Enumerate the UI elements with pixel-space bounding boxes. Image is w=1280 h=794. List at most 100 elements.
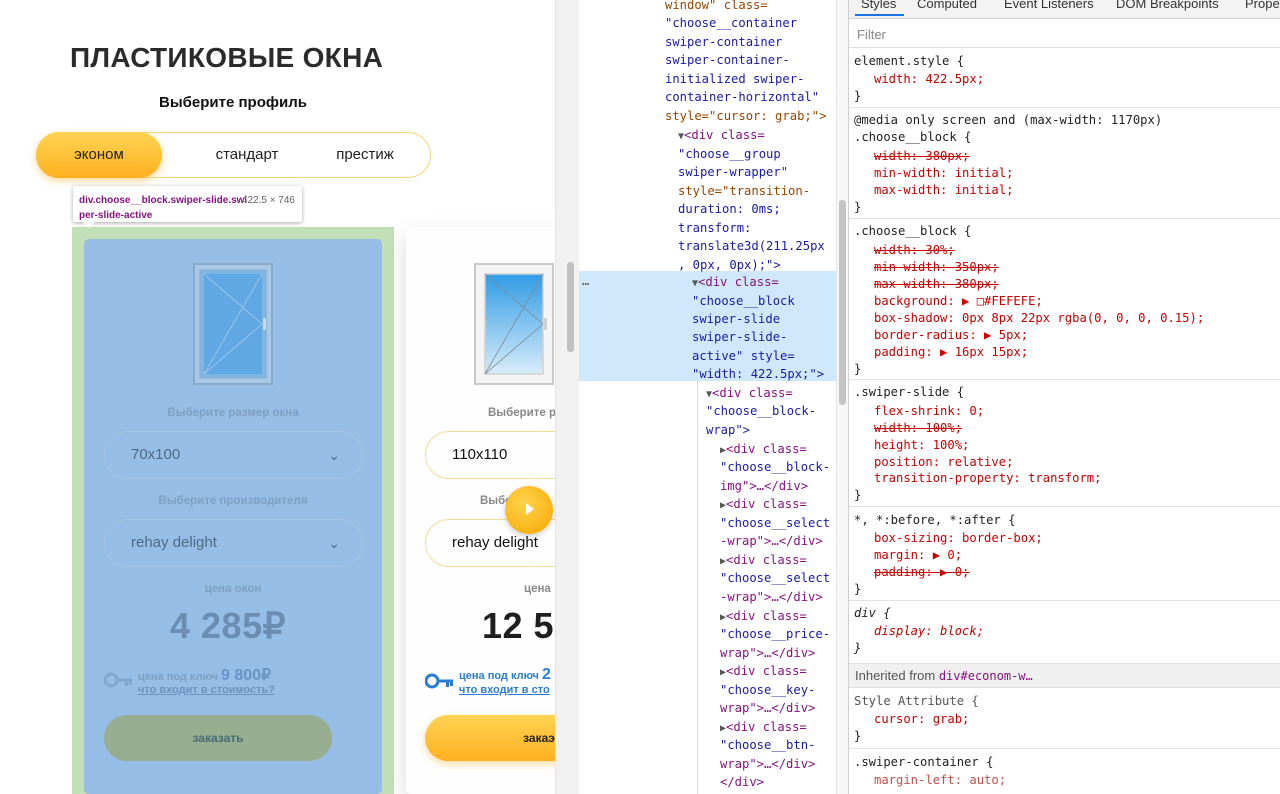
tree-line[interactable]: duration: 0ms; — [678, 200, 781, 219]
size-select[interactable]: 110x110 — [425, 431, 555, 479]
styles-filter-input[interactable]: Filter — [849, 20, 1280, 48]
rule-swiper-slide[interactable]: .swiper-slide { flex-shrink: 0; width: 1… — [849, 380, 1280, 507]
rule-property[interactable]: transition-property: transform; — [874, 470, 1101, 487]
rule-property-overridden[interactable]: width: 380px; — [874, 148, 969, 165]
elements-scrollbar-thumb[interactable] — [839, 200, 846, 405]
tab-prestige[interactable]: престиж — [305, 133, 425, 177]
tree-node-key-wrap[interactable]: ▶<div class= — [720, 662, 807, 683]
rule-property[interactable]: position: relative; — [874, 454, 1013, 471]
size-label: Выберите р — [488, 407, 555, 419]
whats-included-link[interactable]: что входит в сто — [459, 684, 550, 696]
tree-line[interactable]: "choose__select — [720, 514, 830, 533]
tree-line[interactable]: swiper-container — [665, 33, 782, 52]
rule-property[interactable]: width: 422.5px; — [874, 71, 984, 88]
rule-property[interactable]: min-width: initial; — [874, 165, 1013, 182]
rule-property[interactable]: box-shadow: 0px 8px 22px rgba(0, 0, 0, 0… — [874, 310, 1204, 327]
node-actions-ellipsis[interactable]: … — [582, 272, 589, 291]
page-scrollbar-thumb[interactable] — [567, 262, 574, 352]
rule-style-attribute[interactable]: Style Attribute { cursor: grab; } — [849, 688, 1280, 749]
tree-line[interactable]: "choose__container — [665, 14, 797, 33]
size-select[interactable]: 70x100 ⌄ — [104, 431, 363, 479]
tree-line[interactable]: style="transition- — [678, 182, 810, 201]
rule-property-overridden[interactable]: max-width: 380px; — [874, 276, 999, 293]
tree-line[interactable]: active" style= — [692, 347, 795, 366]
page-scrollbar[interactable] — [555, 0, 579, 794]
rule-property[interactable]: margin: ▶ 0; — [874, 547, 962, 564]
tree-line[interactable]: transform: — [678, 219, 751, 238]
key-icon — [425, 673, 453, 689]
rule-property[interactable]: display: block; — [874, 623, 984, 640]
tree-line[interactable]: style="cursor: grab;"> — [665, 107, 826, 126]
tab-standard[interactable]: стандарт — [187, 133, 307, 177]
tree-line[interactable]: translate3d(211.25px — [678, 237, 825, 256]
rule-media-choose-block[interactable]: @media only screen and (max-width: 1170p… — [849, 108, 1280, 219]
tree-line[interactable]: "choose__block- — [720, 458, 830, 477]
whats-included-link[interactable]: что входит в стоимость? — [138, 684, 275, 696]
rule-property[interactable]: border-radius: ▶ 5px; — [874, 327, 1028, 344]
rule-property[interactable]: height: 100%; — [874, 437, 969, 454]
order-button[interactable]: заказать — [104, 715, 332, 761]
inherited-selector[interactable]: div#econom-w… — [939, 669, 1033, 683]
tree-line[interactable]: "choose__select — [720, 569, 830, 588]
tree-line[interactable]: "choose__btn- — [720, 736, 815, 755]
rule-property-overridden[interactable]: width: 100%; — [874, 420, 962, 437]
rule-swiper-container[interactable]: .swiper-container { margin-left: auto; — [849, 749, 1280, 794]
key-link-line: что входит в стоимость? — [138, 684, 275, 696]
tree-line[interactable]: swiper-container- — [665, 51, 790, 70]
tree-line[interactable]: window" class= — [665, 0, 768, 15]
tree-line[interactable]: "choose__block — [692, 292, 795, 311]
tab-styles[interactable]: Styles — [854, 0, 905, 16]
tree-line[interactable]: wrap">…</div> — [720, 644, 815, 663]
tree-line[interactable]: "choose__group — [678, 145, 781, 164]
tree-line[interactable]: "choose__price- — [720, 625, 830, 644]
tab-econom[interactable]: эконом — [36, 132, 162, 178]
rule-choose-block[interactable]: .choose__block { width: 30%; min-width: … — [849, 219, 1280, 380]
tab-event-listeners[interactable]: Event Listeners — [1004, 0, 1094, 11]
rule-property[interactable]: flex-shrink: 0; — [874, 403, 984, 420]
tab-dom-breakpoints[interactable]: DOM Breakpoints — [1116, 0, 1219, 11]
tree-line[interactable]: initialized swiper- — [665, 70, 804, 89]
tree-line[interactable]: -wrap">…</div> — [720, 588, 823, 607]
maker-select[interactable]: rehay delight ⌄ — [104, 519, 363, 567]
rule-user-agent-div[interactable]: div { display: block; } — [849, 601, 1280, 664]
tree-line[interactable]: -wrap">…</div> — [720, 532, 823, 551]
elements-tree[interactable]: window" class= "choose__container swiper… — [579, 0, 836, 794]
rule-property[interactable]: padding: ▶ 16px 15px; — [874, 344, 1028, 361]
tree-node-selected[interactable]: ▼<div class= — [692, 273, 779, 294]
rule-property-overridden[interactable]: padding: ▶ 0; — [874, 564, 969, 581]
tree-node-select-wrap[interactable]: ▶<div class= — [720, 495, 807, 516]
rule-close: } — [854, 89, 862, 103]
tree-line[interactable]: swiper-slide- — [692, 328, 787, 347]
tree-line[interactable]: swiper-slide — [692, 310, 780, 329]
rule-property[interactable]: cursor: grab; — [874, 711, 969, 728]
tree-line[interactable]: wrap"> — [706, 421, 750, 440]
tree-line[interactable]: wrap">…</div> — [720, 699, 815, 718]
rule-property-overridden[interactable]: min-width: 350px; — [874, 259, 999, 276]
order-button[interactable]: закаэ — [425, 715, 555, 761]
tooltip-selector-cont: per-slide-active — [79, 210, 153, 221]
product-card-econom[interactable]: Выберите размер окна 70x100 ⌄ Выберите п… — [84, 239, 382, 794]
page-viewport: ПЛАСТИКОВЫЕ ОКНА Выберите профиль эконом… — [0, 0, 555, 794]
tree-line[interactable]: "choose__block- — [706, 402, 816, 421]
tree-line[interactable]: "width: 422.5px;"> — [692, 365, 824, 384]
tree-line[interactable]: </div> — [720, 773, 764, 792]
rule-property[interactable]: margin-left: auto; — [874, 772, 1006, 789]
video-play-button[interactable] — [505, 486, 553, 534]
tab-properties[interactable]: Prope — [1245, 0, 1280, 11]
rule-property[interactable]: background: ▶ □#FEFEFE; — [874, 293, 1043, 310]
tree-line[interactable]: swiper-wrapper" — [678, 163, 788, 182]
tree-line[interactable]: "choose__key- — [720, 681, 815, 700]
rule-universal[interactable]: *, *:before, *:after { box-sizing: borde… — [849, 507, 1280, 601]
tree-node-swiper-wrapper[interactable]: ▼<div class= — [678, 126, 765, 147]
rule-property-overridden[interactable]: width: 30%; — [874, 242, 955, 259]
tab-computed[interactable]: Computed — [917, 0, 977, 11]
rule-element-style[interactable]: element.style { width: 422.5px; } — [849, 49, 1280, 108]
rule-property[interactable]: box-sizing: border-box; — [874, 530, 1043, 547]
tree-line[interactable]: , 0px, 0px);"> — [678, 256, 781, 275]
tree-line[interactable]: wrap">…</div> — [720, 755, 815, 774]
tree-line[interactable]: container-horizontal" — [665, 88, 819, 107]
window-image — [474, 263, 554, 385]
elements-scrollbar[interactable] — [836, 0, 848, 794]
tree-line[interactable]: img">…</div> — [720, 477, 808, 496]
rule-property[interactable]: max-width: initial; — [874, 182, 1013, 199]
